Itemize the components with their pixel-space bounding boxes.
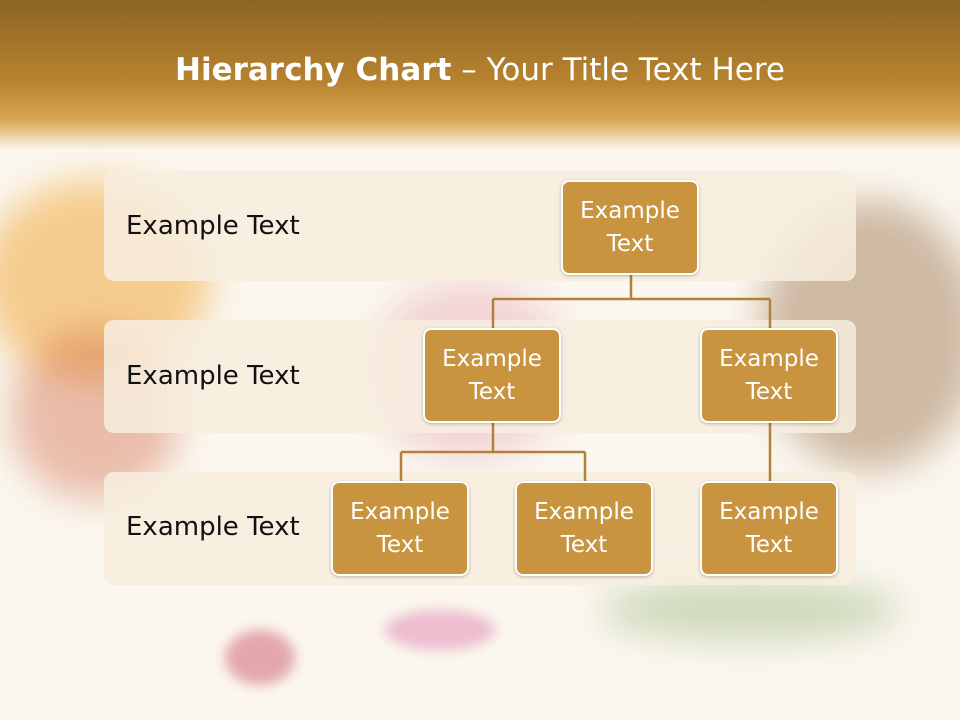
node-level3-left[interactable]: Example Text — [331, 481, 469, 576]
node-level3-right[interactable]: Example Text — [700, 481, 838, 576]
slide: Hierarchy Chart – Your Title Text Here E… — [0, 0, 960, 720]
node-root[interactable]: Example Text — [561, 180, 699, 275]
node-level3-middle[interactable]: Example Text — [515, 481, 653, 576]
node-level2-right[interactable]: Example Text — [700, 328, 838, 423]
node-level2-left[interactable]: Example Text — [423, 328, 561, 423]
